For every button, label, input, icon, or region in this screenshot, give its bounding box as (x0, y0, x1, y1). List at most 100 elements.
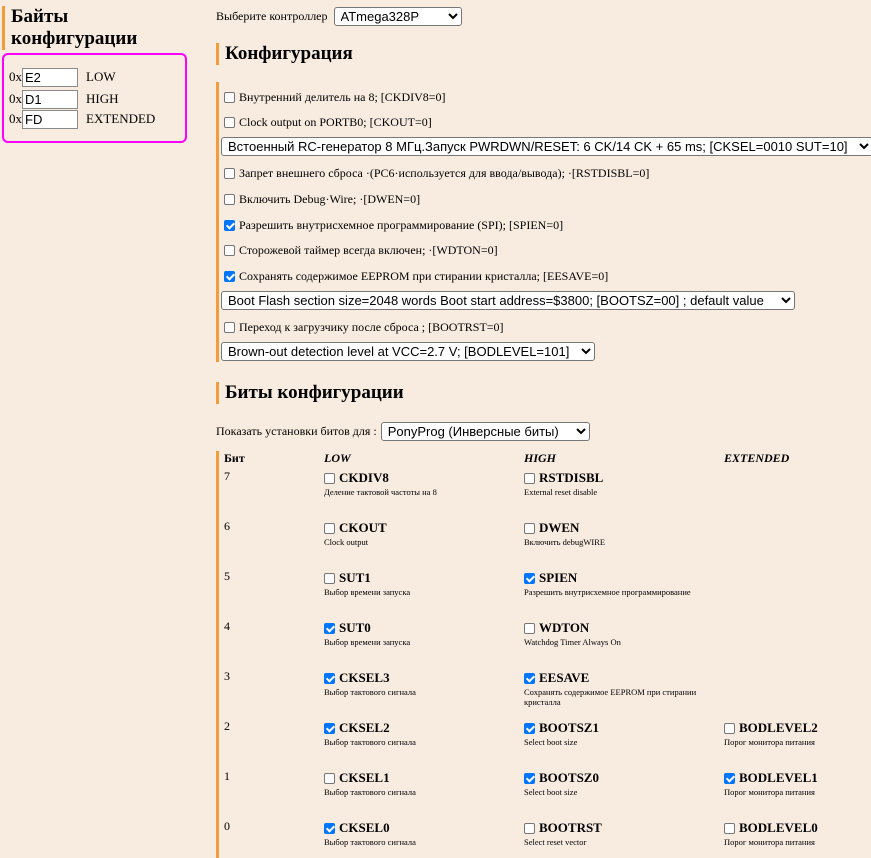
extended-column-header: EXTENDED (724, 451, 790, 465)
fuse-bit-description: Select boot size (524, 737, 578, 747)
boot-size-select[interactable]: Boot Flash section size=2048 words Boot … (221, 291, 795, 310)
bit-column-header: Бит (224, 451, 245, 465)
fuse-bit-name: BOOTSZ0 (539, 770, 599, 785)
bootrst-checkbox[interactable] (224, 322, 235, 333)
eesave-checkbox[interactable] (224, 271, 235, 282)
fuse-bit-toggle[interactable]: SUT1 (324, 570, 514, 585)
bit-mode-select[interactable]: PonyProg (Инверсные биты) (380, 422, 590, 441)
fuse-bit-toggle[interactable]: BOOTSZ0 (524, 770, 714, 785)
option-ckdiv8[interactable]: Внутренний делитель на 8; [CKDIV8=0] (224, 90, 446, 105)
fuse-bit-toggle[interactable]: EESAVE (524, 670, 714, 685)
sut1-checkbox[interactable] (324, 572, 335, 584)
fuse-bit-toggle[interactable]: CKSEL3 (324, 670, 514, 685)
fuse-bit-description: Порог монитора питания (724, 787, 815, 797)
ckdiv8-checkbox[interactable] (224, 92, 235, 103)
cksel1-checkbox[interactable] (324, 772, 335, 784)
high-fuse-input[interactable] (22, 89, 78, 109)
fuse-bit-spien: SPIEN Разрешить внутрисхемное программиро… (524, 570, 714, 597)
option-spien[interactable]: Разрешить внутрисхемное программирование… (224, 218, 563, 233)
bit-number: 3 (224, 669, 230, 683)
bootsz0-checkbox[interactable] (524, 772, 535, 784)
fuse-bit-toggle[interactable]: CKSEL1 (324, 770, 514, 785)
bootsz1-checkbox[interactable] (524, 722, 535, 734)
fuse-bit-toggle[interactable]: WDTON (524, 620, 714, 635)
fuse-bit-description: Включить debugWIRE (524, 537, 606, 547)
cksel2-checkbox[interactable] (324, 722, 335, 734)
bodlevel1-checkbox[interactable] (724, 772, 735, 784)
extended-fuse-input[interactable] (22, 109, 78, 129)
low-fuse-label: LOW (86, 69, 116, 84)
cksel0-checkbox[interactable] (324, 822, 335, 834)
fuse-bit-toggle[interactable]: BOOTRST (524, 820, 714, 835)
spien-checkbox[interactable] (524, 572, 535, 584)
rstdisbl-checkbox[interactable] (224, 168, 235, 179)
bodlevel0-checkbox[interactable] (724, 822, 735, 834)
option-dwen[interactable]: Включить Debug·Wire; ·[DWEN=0] (224, 192, 420, 207)
fuse-bit-ckout: CKOUT Clock output (324, 520, 514, 547)
fuse-bit-bodlevel0: BODLEVEL0 Порог монитора питания (724, 820, 871, 847)
low-fuse-input[interactable] (22, 67, 78, 87)
fuse-bit-toggle[interactable]: BOOTSZ1 (524, 720, 714, 735)
fuse-bit-description: Выбор тактового сигнала (324, 687, 416, 697)
option-eesave[interactable]: Сохранять содержимое EEPROM при стирании… (224, 269, 608, 284)
option-rstdisbl[interactable]: Запрет внешнего сброса ·(PC6·используетс… (224, 166, 649, 181)
fuse-bit-name: EESAVE (539, 670, 590, 685)
fuse-bit-bodlevel2: BODLEVEL2 Порог монитора питания (724, 720, 871, 747)
fuse-bit-name: SPIEN (539, 570, 578, 585)
bodlevel2-checkbox[interactable] (724, 722, 735, 734)
sut0-checkbox[interactable] (324, 622, 335, 634)
fuse-bit-name: BODLEVEL0 (739, 820, 818, 835)
ckout-checkbox[interactable] (224, 117, 235, 128)
fuse-bit-eesave: EESAVE Сохранять содержимое EEPROM при ст… (524, 670, 714, 707)
ckdiv8-checkbox[interactable] (324, 472, 335, 484)
fuse-row-low: 0x LOW (9, 67, 116, 87)
fuse-bit-toggle[interactable]: BODLEVEL0 (724, 820, 871, 835)
fuse-bit-toggle[interactable]: CKOUT (324, 520, 514, 535)
controller-select[interactable]: ATmega328P (333, 7, 462, 26)
fuse-bit-toggle[interactable]: BODLEVEL2 (724, 720, 871, 735)
fuse-bit-name: BOOTRST (539, 820, 602, 835)
bit-number: 1 (224, 769, 230, 783)
fuse-bit-toggle[interactable]: CKSEL2 (324, 720, 514, 735)
wdton-checkbox[interactable] (524, 622, 535, 634)
fuse-bit-toggle[interactable]: CKSEL0 (324, 820, 514, 835)
fuse-bit-name: CKSEL2 (339, 720, 390, 735)
dwen-checkbox[interactable] (524, 522, 535, 534)
fuse-bit-toggle[interactable]: CKDIV8 (324, 470, 514, 485)
bit-number: 5 (224, 569, 230, 583)
bod-level-select[interactable]: Brown-out detection level at VCC=2.7 V; … (221, 342, 595, 361)
bootrst-checkbox[interactable] (524, 822, 535, 834)
fuse-bit-toggle[interactable]: RSTDISBL (524, 470, 714, 485)
fuse-bit-toggle[interactable]: DWEN (524, 520, 714, 535)
cksel3-checkbox[interactable] (324, 672, 335, 684)
spien-checkbox[interactable] (224, 220, 235, 231)
option-ckout[interactable]: Clock output on PORTB0; [CKOUT=0] (224, 115, 432, 130)
fuse-bit-description: Деление тактовой частоты на 8 (324, 487, 437, 497)
fuse-row-extended: 0x EXTENDED (9, 109, 155, 129)
fuse-bit-toggle[interactable]: BODLEVEL1 (724, 770, 871, 785)
ckdiv8-option-label: Внутренний делитель на 8; [CKDIV8=0] (239, 90, 446, 104)
ckout-option-label: Clock output on PORTB0; [CKOUT=0] (239, 115, 432, 129)
fuse-bit-wdton: WDTON Watchdog Timer Always On (524, 620, 714, 647)
option-bootrst[interactable]: Переход к загрузчику после сброса ; [BOO… (224, 320, 504, 335)
wdton-checkbox[interactable] (224, 245, 235, 256)
clock-source-select[interactable]: Встоенный RC-генератор 8 МГц.Запуск PWRD… (221, 137, 871, 156)
fuse-bit-name: SUT1 (339, 570, 371, 585)
bits-section-bar (216, 451, 219, 858)
fuse-bit-toggle[interactable]: SUT0 (324, 620, 514, 635)
fuse-bit-bootrst: BOOTRST Select reset vector (524, 820, 714, 847)
controller-label: Выберите контроллер (216, 9, 328, 23)
hex-prefix: 0x (9, 111, 22, 126)
fuse-bit-description: Выбор времени запуска (324, 637, 411, 647)
fuse-bit-description: Select boot size (524, 787, 578, 797)
dwen-checkbox[interactable] (224, 194, 235, 205)
fuse-bit-cksel1: CKSEL1 Выбор тактового сигнала (324, 770, 514, 797)
fuse-bit-description: Порог монитора питания (724, 837, 815, 847)
rstdisbl-checkbox[interactable] (524, 472, 535, 484)
fuse-bit-toggle[interactable]: SPIEN (524, 570, 714, 585)
option-wdton[interactable]: Сторожевой таймер всегда включен; ·[WDTO… (224, 243, 498, 258)
fuse-bit-description: Выбор времени запуска (324, 587, 411, 597)
ckout-checkbox[interactable] (324, 522, 335, 534)
eesave-checkbox[interactable] (524, 672, 535, 684)
fuse-bit-name: BODLEVEL1 (739, 770, 818, 785)
